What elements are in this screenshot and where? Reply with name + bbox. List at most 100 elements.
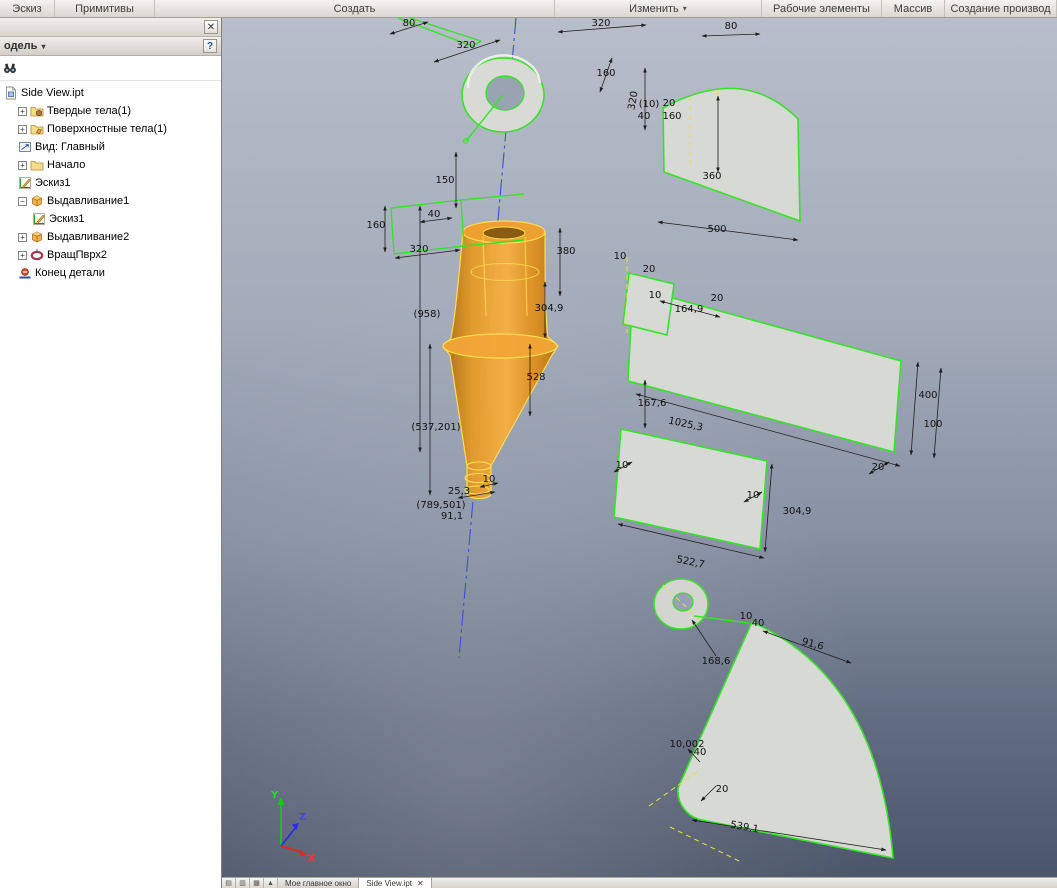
dimension-label[interactable]: 10 bbox=[649, 290, 662, 301]
ribbon-tab-label: Создание производ bbox=[950, 2, 1051, 15]
dimension-label[interactable]: 20 bbox=[643, 264, 656, 275]
ribbon-panel-strip: Эскиз Примитивы Создать Изменить ▾ Рабочие эл… bbox=[0, 0, 1057, 18]
dimension-label[interactable]: 100 bbox=[923, 419, 942, 430]
browser-item-label: Вид: Главный bbox=[35, 141, 105, 153]
browser-item-7[interactable]: − Выдавливание1 bbox=[0, 192, 221, 210]
browser-toolbar: ✕ bbox=[0, 18, 221, 37]
close-tab-icon[interactable]: ✕ bbox=[417, 879, 424, 888]
top-right-profile-sketch[interactable] bbox=[662, 87, 801, 223]
expand-panel-icon[interactable]: ▲ bbox=[264, 878, 278, 888]
extrude-icon bbox=[30, 194, 44, 208]
browser-item-5[interactable]: + Начало bbox=[0, 156, 221, 174]
dimension-label[interactable]: 304,9 bbox=[783, 506, 812, 517]
dimension-label[interactable]: 40 bbox=[752, 618, 765, 629]
ribbon-tab-4[interactable]: Изменить ▾ bbox=[555, 0, 762, 17]
dimension-label[interactable]: 380 bbox=[556, 246, 575, 257]
dimension-label[interactable]: 500 bbox=[707, 224, 726, 235]
solid-bodies-folder-icon bbox=[30, 104, 44, 118]
browser-item-label: Поверхностные тела(1) bbox=[47, 123, 167, 135]
browser-item-8[interactable]: Эскиз1 bbox=[0, 210, 221, 228]
dimension-label[interactable]: (958) bbox=[414, 309, 441, 320]
close-panel-icon[interactable]: ✕ bbox=[204, 20, 218, 34]
cascade-windows-icon[interactable]: ▦ bbox=[250, 878, 264, 888]
expand-icon[interactable]: + bbox=[18, 250, 27, 260]
dimension-label[interactable]: 400 bbox=[918, 390, 937, 401]
dimension-label[interactable]: 91,1 bbox=[441, 511, 463, 522]
dimension-label[interactable]: 360 bbox=[702, 171, 721, 182]
expand-icon[interactable]: + bbox=[18, 106, 27, 116]
help-icon[interactable]: ? bbox=[203, 39, 217, 53]
ribbon-tab-5[interactable]: Рабочие элементы bbox=[762, 0, 882, 17]
dimension-label[interactable]: 1025,3 bbox=[667, 416, 704, 434]
ribbon-tab-label: Массив bbox=[893, 2, 933, 15]
dimension-label[interactable]: 167,6 bbox=[638, 398, 667, 409]
dimension-label[interactable]: 80 bbox=[725, 21, 738, 32]
dimension-label[interactable]: 320 bbox=[456, 40, 475, 51]
dimension-label[interactable]: 304,9 bbox=[535, 303, 564, 314]
dimension-label[interactable]: (537,201) bbox=[411, 422, 460, 433]
plate-a-sketch[interactable] bbox=[622, 257, 902, 454]
browser-item-3[interactable]: + Поверхностные тела(1) bbox=[0, 120, 221, 138]
cyclone-solid[interactable] bbox=[442, 220, 559, 500]
dimension-label[interactable]: 91,6 bbox=[800, 636, 824, 652]
extrude-icon bbox=[30, 230, 44, 244]
dimension-label[interactable]: 10 bbox=[483, 474, 496, 485]
browser-title: одель bbox=[4, 40, 38, 52]
dimension-label[interactable]: (789,501) bbox=[416, 500, 465, 511]
orientation-triad[interactable]: Y Z X bbox=[270, 790, 316, 864]
document-tab-2[interactable]: Side View.ipt ✕ bbox=[359, 878, 432, 888]
fan-sector-sketch[interactable] bbox=[648, 578, 894, 862]
dimension-label[interactable]: 25,3 bbox=[448, 486, 470, 497]
dimension-label[interactable]: 20 bbox=[711, 293, 724, 304]
browser-item-11[interactable]: Конец детали bbox=[0, 264, 221, 282]
binoculars-search-icon[interactable] bbox=[3, 61, 17, 75]
plate-b-sketch[interactable] bbox=[613, 428, 768, 550]
triad-x-label: X bbox=[308, 853, 316, 864]
dimension-label[interactable]: 320 bbox=[409, 244, 428, 255]
dimension-label[interactable]: 80 bbox=[403, 18, 416, 29]
browser-item-6[interactable]: Эскиз1 bbox=[0, 174, 221, 192]
tile-vertical-icon[interactable]: ▥ bbox=[236, 878, 250, 888]
dimension-label[interactable]: 320 bbox=[591, 18, 610, 29]
dimension-label[interactable]: 164,9 bbox=[675, 304, 704, 315]
dimension-label[interactable]: 168,6 bbox=[702, 656, 731, 667]
dimension-label[interactable]: 10 bbox=[614, 251, 627, 262]
dimension-label[interactable]: 528 bbox=[526, 372, 545, 383]
browser-item-9[interactable]: + Выдавливание2 bbox=[0, 228, 221, 246]
browser-header[interactable]: одель ▾ ? bbox=[0, 37, 221, 56]
ribbon-tab-6[interactable]: Массив bbox=[882, 0, 945, 17]
browser-item-1[interactable]: Side View.ipt bbox=[0, 84, 221, 102]
viewport-canvas[interactable]: 8032032016015080320(10) 2040 1603605004016… bbox=[222, 18, 1057, 877]
dimension-label[interactable]: 20 bbox=[716, 784, 729, 795]
dimension-label[interactable]: 40 bbox=[638, 111, 651, 122]
dimension-label[interactable]: 10 bbox=[747, 490, 760, 501]
dimension-label[interactable]: 522,7 bbox=[675, 554, 705, 571]
tile-horizontal-icon[interactable]: ▤ bbox=[222, 878, 236, 888]
graphics-viewport[interactable]: 80 320 320 160 150 80 320 (10) 20 40 160 360 500 40 16… bbox=[222, 18, 1057, 877]
ribbon-tab-1[interactable]: Эскиз bbox=[0, 0, 55, 17]
dimension-label[interactable]: (10) bbox=[639, 99, 660, 110]
dimension-label[interactable]: 10 bbox=[740, 611, 753, 622]
collapse-icon[interactable]: − bbox=[18, 196, 27, 206]
dimension-label[interactable]: 10 bbox=[616, 460, 629, 471]
browser-item-10[interactable]: + ВращПврх2 bbox=[0, 246, 221, 264]
expand-icon[interactable]: + bbox=[18, 232, 27, 242]
ribbon-tab-3[interactable]: Создать bbox=[155, 0, 555, 17]
dimension-label[interactable]: 150 bbox=[435, 175, 454, 186]
dimension-label[interactable]: 160 bbox=[662, 111, 681, 122]
dimension-label[interactable]: 160 bbox=[366, 220, 385, 231]
ring-sketch[interactable] bbox=[461, 54, 545, 144]
dimension-label[interactable]: 20 bbox=[663, 98, 676, 109]
ribbon-tab-7[interactable]: Создание производ bbox=[945, 0, 1057, 17]
expand-icon[interactable]: + bbox=[18, 160, 27, 170]
dimension-label[interactable]: 40 bbox=[694, 747, 707, 758]
browser-item-4[interactable]: Вид: Главный bbox=[0, 138, 221, 156]
dimension-label[interactable]: 160 bbox=[596, 68, 615, 79]
dropdown-arrow-icon: ▾ bbox=[682, 4, 687, 13]
dimension-label[interactable]: 20 bbox=[872, 462, 885, 473]
ribbon-tab-2[interactable]: Примитивы bbox=[55, 0, 155, 17]
expand-icon[interactable]: + bbox=[18, 124, 27, 134]
browser-item-2[interactable]: + Твердые тела(1) bbox=[0, 102, 221, 120]
dimension-label[interactable]: 40 bbox=[428, 209, 441, 220]
document-tab-1[interactable]: Мое главное окно bbox=[278, 878, 360, 888]
